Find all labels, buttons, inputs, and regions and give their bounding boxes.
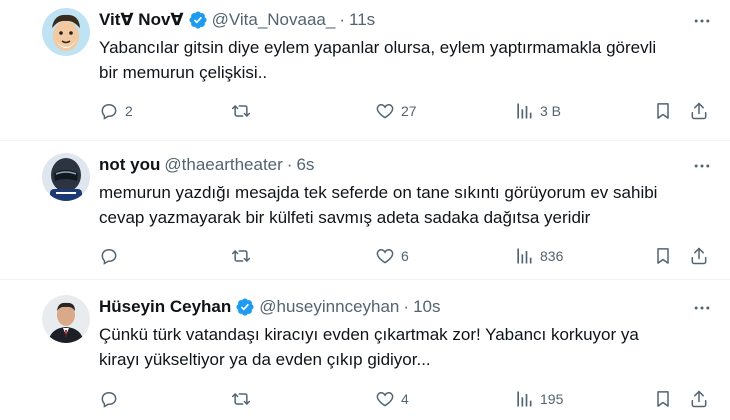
tweet-text-line: Çünkü türk vatandaşı kiracıyı evden çıka…	[99, 325, 639, 344]
retweet-icon	[231, 393, 251, 405]
tweet-time[interactable]: 11s	[349, 9, 375, 31]
verified-badge-icon	[188, 10, 208, 30]
reply-icon	[101, 103, 117, 120]
bookmark-icon	[657, 248, 669, 264]
bookmark-icon	[657, 103, 669, 119]
like-count: 4	[401, 391, 409, 407]
reply-count: 2	[125, 103, 133, 119]
tweet-actions: 2 27 3 B	[99, 100, 717, 122]
retweet-button[interactable]	[231, 388, 257, 410]
tweet-header: not you @thaeartheater · 6s	[99, 154, 314, 176]
separator-dot: ·	[403, 297, 410, 316]
tweet-text-line: memurun yazdığı mesajda tek seferde on t…	[99, 183, 658, 202]
bookmark-button[interactable]	[653, 245, 673, 267]
tweet-header: Hüseyin Ceyhan @huseyinnceyhan · 10s	[99, 296, 441, 318]
tweet[interactable]: not you @thaeartheater · 6s memurun yazd…	[0, 141, 730, 280]
views-button[interactable]: 195	[514, 388, 563, 410]
reply-button[interactable]	[99, 245, 125, 267]
heart-icon	[376, 103, 394, 119]
views-button[interactable]: 836	[514, 245, 563, 267]
tweet-text: Yabancılar gitsin diye eylem yapanlar ol…	[99, 35, 709, 85]
like-count: 27	[401, 103, 417, 119]
retweet-button[interactable]	[231, 100, 257, 122]
views-chart-icon	[517, 391, 532, 407]
tweet-text-line: Yabancılar gitsin diye eylem yapanlar ol…	[99, 38, 657, 57]
tweet[interactable]: Hüseyin Ceyhan @huseyinnceyhan · 10s Çün…	[0, 280, 730, 420]
tweet-text: Çünkü türk vatandaşı kiracıyı evden çıka…	[99, 322, 709, 372]
views-chart-icon	[517, 248, 532, 264]
reply-icon	[101, 391, 117, 408]
tweet-actions: 4 195	[99, 388, 717, 410]
views-button[interactable]: 3 B	[514, 100, 561, 122]
tweet-header: Vit∀ Nov∀ @Vita_Novaaa_ · 11s	[99, 9, 375, 31]
author-name[interactable]: Vit∀ Nov∀	[99, 9, 184, 31]
like-button[interactable]: 6	[375, 245, 409, 267]
author-handle[interactable]: @thaeartheater	[164, 154, 282, 176]
reply-icon	[101, 248, 117, 265]
views-count: 195	[540, 391, 564, 407]
author-name[interactable]: not you	[99, 154, 160, 176]
reply-button[interactable]: 2	[99, 100, 133, 122]
tweet-time[interactable]: 6s	[296, 154, 314, 176]
like-count: 6	[401, 248, 409, 264]
avatar[interactable]	[42, 8, 90, 56]
bookmark-button[interactable]	[653, 388, 673, 410]
reply-button[interactable]	[99, 388, 125, 410]
share-button[interactable]	[689, 388, 709, 410]
more-options-icon[interactable]	[691, 297, 713, 319]
tweet-text-line: kirayı yükseltiyor ya da evden çıkıp gid…	[99, 350, 431, 369]
tweet-time[interactable]: 10s	[413, 296, 440, 318]
share-button[interactable]	[689, 100, 709, 122]
share-icon	[691, 247, 707, 265]
retweet-button[interactable]	[231, 245, 257, 267]
author-name[interactable]: Hüseyin Ceyhan	[99, 296, 231, 318]
avatar[interactable]	[42, 295, 90, 343]
like-button[interactable]: 27	[375, 100, 417, 122]
views-count: 3 B	[540, 103, 562, 119]
views-count: 836	[540, 248, 564, 264]
tweet-text-line: cevap yazmayarak bir külfeti savmış adet…	[99, 208, 591, 227]
retweet-icon	[231, 105, 251, 117]
tweet-text: memurun yazdığı mesajda tek seferde on t…	[99, 180, 709, 230]
avatar[interactable]	[42, 153, 90, 201]
tweet-text-line: bir memurun çelişkisi..	[99, 63, 268, 82]
share-icon	[691, 102, 707, 120]
views-chart-icon	[517, 103, 532, 119]
share-icon	[691, 390, 707, 408]
separator-dot: ·	[339, 10, 345, 29]
more-options-icon[interactable]	[691, 155, 713, 177]
heart-icon	[376, 248, 394, 264]
author-handle[interactable]: @huseyinnceyhan	[259, 296, 399, 318]
like-button[interactable]: 4	[375, 388, 409, 410]
tweet[interactable]: Vit∀ Nov∀ @Vita_Novaaa_ · 11s Yabancılar…	[0, 0, 730, 141]
cartoon-avatar-icon	[42, 8, 90, 56]
helmet-avatar-icon	[42, 153, 90, 201]
bookmark-button[interactable]	[653, 100, 673, 122]
separator-dot: ·	[286, 155, 293, 174]
retweet-icon	[231, 250, 251, 262]
heart-icon	[376, 391, 394, 407]
author-handle[interactable]: @Vita_Novaaa_	[212, 9, 336, 31]
tweet-actions: 6 836	[99, 245, 717, 267]
verified-badge-icon	[235, 297, 255, 317]
bookmark-icon	[657, 391, 669, 407]
person-avatar-icon	[42, 295, 90, 343]
more-options-icon[interactable]	[691, 10, 713, 32]
share-button[interactable]	[689, 245, 709, 267]
